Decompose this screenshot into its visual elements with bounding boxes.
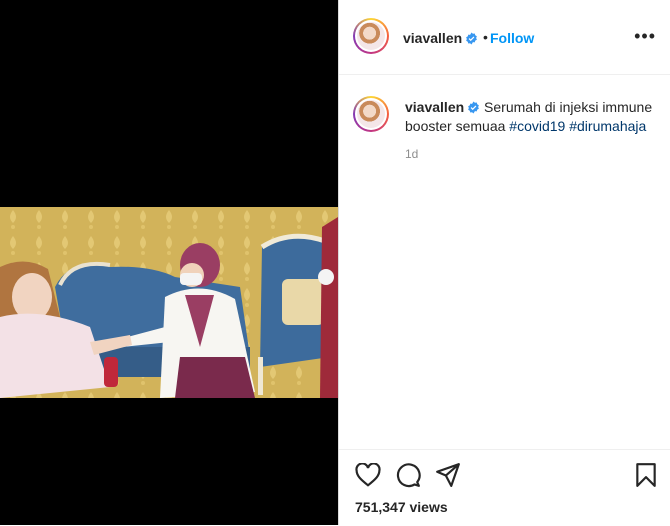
action-bar: 751,347 views [339,449,670,526]
avatar-image [357,100,385,128]
more-options-icon[interactable]: ••• [634,26,656,47]
hashtag-link[interactable]: #covid19 [509,118,565,134]
username-text[interactable]: viavallen [403,30,462,46]
paper-plane-icon[interactable] [435,462,461,488]
caption-username[interactable]: viavallen [405,99,464,115]
follow-button[interactable]: Follow [490,30,534,46]
heart-icon[interactable] [355,463,381,487]
caption-avatar[interactable] [353,96,389,132]
view-count[interactable]: 751,347 views [355,499,448,515]
profile-avatar[interactable] [353,18,389,54]
username-link[interactable]: viavallen [403,30,478,46]
hashtag-link[interactable]: #dirumahaja [569,118,646,134]
post-sidebar: viavallen • Follow ••• viavallen Serumah… [338,0,670,525]
video-scene [0,207,338,398]
comment-bubble-icon[interactable] [395,462,421,488]
post-media[interactable] [0,0,338,525]
separator-dot: • [483,29,488,45]
caption-text: viavallen Serumah di injeksi immune boos… [405,98,655,136]
verified-badge-icon [466,32,478,45]
post-header: viavallen • Follow ••• [339,0,670,75]
post-timestamp[interactable]: 1d [405,147,418,161]
verified-badge-icon [468,101,480,114]
bookmark-icon[interactable] [635,462,657,488]
avatar-image [357,22,385,50]
post-video-frame[interactable] [0,207,338,398]
